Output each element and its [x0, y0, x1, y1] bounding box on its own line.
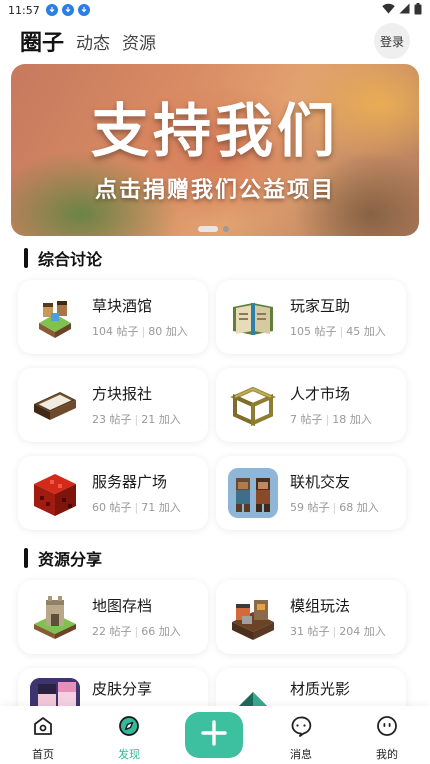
add-post-button[interactable]	[185, 712, 243, 758]
map-icon	[30, 592, 80, 642]
download-icon	[61, 4, 74, 16]
banner-title: 支持我们	[90, 97, 339, 165]
section-title-text: 综合讨论	[38, 250, 103, 269]
section-title: 综合讨论	[24, 246, 102, 270]
card-stats: 7 帖子 | 18 加入	[290, 413, 372, 426]
plus-icon	[200, 719, 228, 751]
pagination-dot[interactable]	[223, 226, 229, 232]
tab-circle[interactable]: 圈子	[20, 25, 64, 57]
profile-icon	[375, 714, 399, 741]
wifi-icon	[382, 3, 395, 17]
card-stats: 22 帖子 | 66 加入	[92, 625, 181, 638]
tab-discover[interactable]: 发现	[86, 706, 172, 764]
card-name: 服务器广场	[92, 473, 168, 491]
battery-icon	[414, 2, 422, 18]
scaffold-icon	[228, 380, 278, 430]
card-stats: 31 帖子 | 204 加入	[290, 625, 386, 638]
home-icon	[31, 714, 55, 741]
tavern-icon	[30, 292, 80, 342]
section-title-text: 资源分享	[38, 550, 103, 569]
promo-banner[interactable]: 支持我们 点击捐赠我们公益项目	[11, 64, 419, 236]
card-map-saves[interactable]: 地图存档 22 帖子 | 66 加入	[18, 580, 208, 654]
book-icon	[228, 292, 278, 342]
card-stats: 60 帖子 | 71 加入	[92, 501, 181, 514]
card-name: 联机交友	[290, 473, 351, 491]
card-stats: 105 帖子 | 45 加入	[290, 325, 386, 338]
card-server-plaza[interactable]: 服务器广场 60 帖子 | 71 加入	[18, 456, 208, 530]
card-stats: 23 帖子 | 21 加入	[92, 413, 181, 426]
banner-subtitle: 点击捐赠我们公益项目	[94, 178, 335, 203]
card-block-news[interactable]: 方块报社 23 帖子 | 21 加入	[18, 368, 208, 442]
mod-icon	[228, 592, 278, 642]
tab-feed[interactable]: 动态	[76, 29, 110, 54]
download-icon	[77, 4, 90, 16]
tab-profile-label: 我的	[376, 748, 398, 761]
card-talent-market[interactable]: 人才市场 7 帖子 | 18 加入	[216, 368, 406, 442]
pagination-dot-active[interactable]	[198, 226, 218, 232]
card-player-help[interactable]: 玩家互助 105 帖子 | 45 加入	[216, 280, 406, 354]
tab-home-label: 首页	[32, 748, 54, 761]
card-mod-gameplay[interactable]: 模组玩法 31 帖子 | 204 加入	[216, 580, 406, 654]
signal-icon	[399, 3, 410, 17]
status-bar: 11:57	[0, 0, 430, 20]
tab-resources[interactable]: 资源	[122, 29, 156, 54]
newspaper-icon	[30, 380, 80, 430]
message-icon	[289, 714, 313, 741]
section-marker	[24, 548, 28, 568]
tab-messages-label: 消息	[290, 748, 312, 761]
card-name: 草块酒馆	[92, 297, 153, 315]
card-online-friends[interactable]: 联机交友 59 帖子 | 68 加入	[216, 456, 406, 530]
section-marker	[24, 248, 28, 268]
card-name: 材质光影	[290, 680, 351, 698]
card-tavern[interactable]: 草块酒馆 104 帖子 | 80 加入	[18, 280, 208, 354]
card-stats: 104 帖子 | 80 加入	[92, 325, 188, 338]
card-name: 玩家互助	[290, 297, 351, 315]
tab-discover-label: 发现	[118, 748, 140, 761]
friends-icon	[228, 468, 278, 518]
section-title: 资源分享	[24, 546, 102, 570]
tab-home[interactable]: 首页	[0, 706, 86, 764]
tab-profile[interactable]: 我的	[344, 706, 430, 764]
banner-pagination	[198, 226, 229, 232]
redstone-block-icon	[30, 468, 80, 518]
card-name: 模组玩法	[290, 597, 351, 615]
card-name: 皮肤分享	[92, 680, 153, 698]
compass-icon	[117, 714, 141, 741]
card-name: 地图存档	[92, 597, 153, 615]
card-name: 人才市场	[290, 385, 351, 403]
card-stats: 59 帖子 | 68 加入	[290, 501, 379, 514]
top-header: 圈子 动态 资源 登录	[0, 22, 430, 60]
tab-messages[interactable]: 消息	[258, 706, 344, 764]
card-name: 方块报社	[92, 385, 153, 403]
status-time: 11:57	[8, 3, 40, 17]
download-icon	[45, 4, 58, 16]
login-button[interactable]: 登录	[374, 23, 410, 59]
